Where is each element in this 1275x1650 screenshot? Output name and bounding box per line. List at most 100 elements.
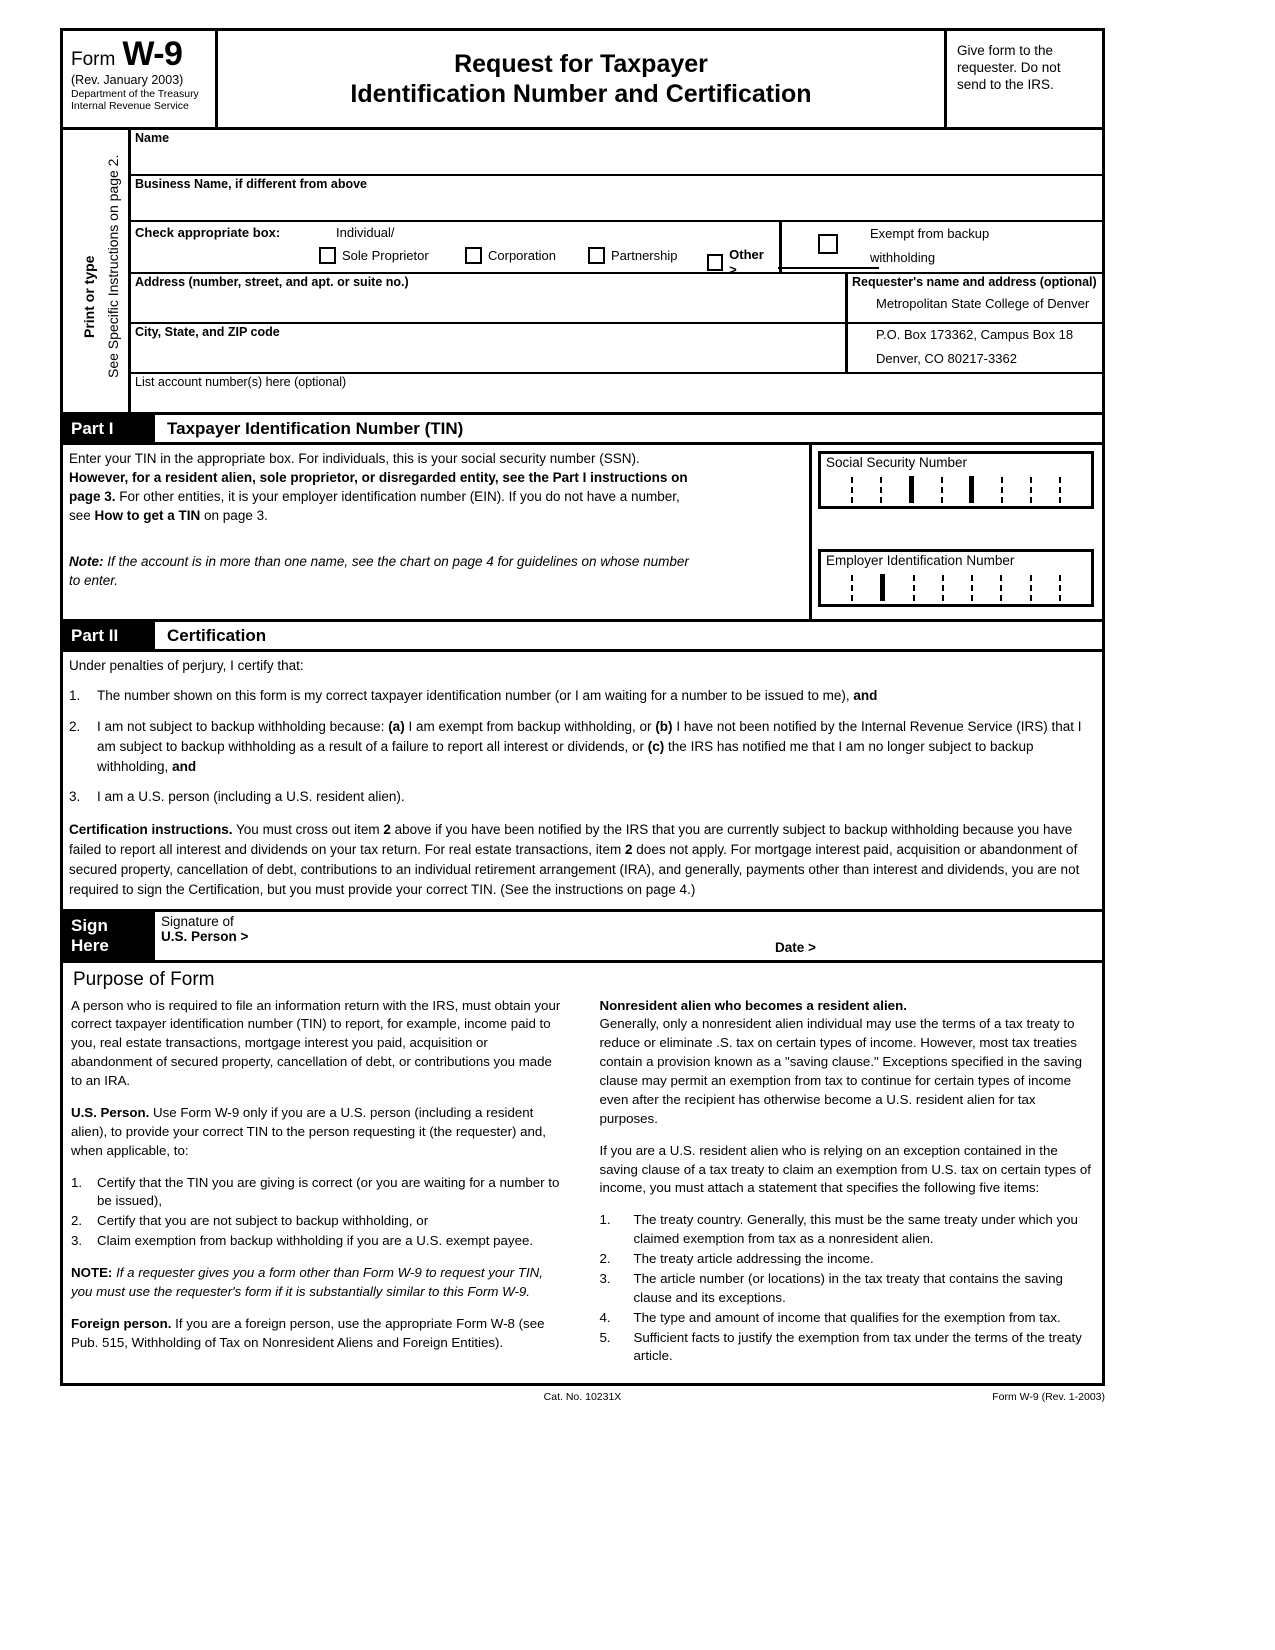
- checkbox-partnership[interactable]: Partnership: [588, 247, 677, 264]
- tin-entry-boxes: Social Security Number Employer Identifi…: [809, 445, 1102, 619]
- checkbox-square-icon[interactable]: [707, 253, 724, 271]
- date-field[interactable]: Date >: [775, 940, 816, 955]
- ssn-box[interactable]: Social Security Number: [818, 451, 1094, 509]
- ssn-digit-cell[interactable]: [1061, 471, 1088, 504]
- list-item: 4. The type and amount of income that qu…: [600, 1309, 1095, 1328]
- purpose-left-column: A person who is required to file an info…: [71, 997, 566, 1380]
- page-title-line2: Identification Number and Certification: [350, 80, 812, 108]
- tin-note-label: Note:: [69, 553, 104, 569]
- ssn-digit-cell[interactable]: [853, 471, 880, 504]
- ein-digit-cell[interactable]: [824, 569, 851, 602]
- exempt-label-line2: withholding: [870, 250, 936, 265]
- ein-digit-cell[interactable]: [885, 569, 912, 602]
- partnership-label: Partnership: [611, 248, 678, 263]
- certification-intro: Under penalties of perjury, I certify th…: [69, 658, 304, 673]
- ssn-digit-cell[interactable]: [1003, 471, 1030, 504]
- check-appropriate-box-label: Check appropriate box:: [135, 225, 281, 240]
- list-item-text: The treaty article addressing the income…: [633, 1251, 874, 1266]
- ssn-digit-cell[interactable]: [824, 471, 851, 504]
- ssn-digit-cell[interactable]: [882, 471, 909, 504]
- purpose-heading: Purpose of Form: [73, 968, 215, 990]
- requester-line2: P.O. Box 173362, Campus Box 18: [876, 327, 1074, 342]
- ein-digit-cell[interactable]: [1061, 569, 1088, 602]
- purpose-right-column: Nonresident alien who becomes a resident…: [600, 997, 1095, 1380]
- ssn-digit-cell[interactable]: [974, 471, 1001, 504]
- checkbox-square-icon[interactable]: [465, 247, 482, 264]
- ein-digit-cell[interactable]: [915, 569, 942, 602]
- item-number: 1.: [69, 688, 81, 704]
- ein-digit-cell[interactable]: [1002, 569, 1029, 602]
- list-item: 1. Certify that the TIN you are giving i…: [71, 1174, 566, 1212]
- list-item: 2. The treaty article addressing the inc…: [600, 1250, 1095, 1269]
- page-title-line1: Request for Taxpayer: [454, 49, 708, 78]
- part1-title: Taxpayer Identification Number (TIN): [167, 418, 464, 438]
- corporation-label: Corporation: [488, 248, 556, 263]
- list-item-text: The type and amount of income that quali…: [633, 1309, 1061, 1325]
- checkbox-square-icon[interactable]: [319, 247, 336, 264]
- part2-header-bar: Part II Certification: [63, 622, 1102, 652]
- account-numbers-row[interactable]: List account number(s) here (optional): [131, 374, 1102, 412]
- give-form-line3: send to the IRS.: [957, 76, 1054, 92]
- form-title-block: Request for Taxpayer Identification Numb…: [218, 31, 947, 127]
- list-item-text: The article number (or locations) in the…: [633, 1270, 1063, 1305]
- purpose-note: NOTE: If a requester gives you a form ot…: [71, 1264, 566, 1302]
- ssn-digit-cell[interactable]: [1032, 471, 1059, 504]
- list-item-number: 2.: [599, 1251, 611, 1266]
- list-item: 3. The article number (or locations) in …: [600, 1270, 1095, 1308]
- checkbox-corporation[interactable]: Corporation: [465, 247, 556, 264]
- us-person-heading: U.S. Person.: [71, 1104, 150, 1120]
- tin-note-text: If the account is in more than one name,…: [103, 553, 689, 569]
- ein-digit-cell[interactable]: [1032, 569, 1059, 602]
- ein-digit-cell[interactable]: [944, 569, 971, 602]
- signature-us-person-label: U.S. Person >: [161, 928, 249, 944]
- sole-proprietor-label: Sole Proprietor: [342, 248, 429, 263]
- ein-digit-cell[interactable]: [973, 569, 1000, 602]
- nonresident-alien-text: Generally, only a nonresident alien indi…: [599, 1016, 1083, 1126]
- catalog-number: Cat. No. 10231X: [543, 1391, 622, 1404]
- nonresident-alien-paragraph: Nonresident alien who becomes a resident…: [600, 997, 1095, 1129]
- requester-address-continued: P.O. Box 173362, Campus Box 18 Denver, C…: [848, 324, 1102, 372]
- signature-area[interactable]: Signature of U.S. Person > Date >: [155, 912, 1102, 960]
- ssn-digit-cell[interactable]: [943, 471, 970, 504]
- sign-label-line1: Sign: [71, 916, 108, 936]
- city-state-zip-field[interactable]: City, State, and ZIP code: [131, 324, 848, 372]
- sign-here-tag: Sign Here: [63, 911, 155, 960]
- give-form-line1: Give form to the: [957, 43, 1054, 58]
- requester-label: Requester's name and address (optional): [852, 275, 1097, 289]
- part2-body: Under penalties of perjury, I certify th…: [63, 652, 1102, 912]
- checkbox-exempt[interactable]: [818, 234, 838, 254]
- ssn-label: Social Security Number: [826, 455, 968, 470]
- address-row: Address (number, street, and apt. or sui…: [131, 274, 1102, 324]
- certification-item: 3. I am a U.S. person (including a U.S. …: [69, 787, 1094, 807]
- list-item-number: 2.: [71, 1213, 83, 1229]
- ssn-digit-grid[interactable]: [821, 471, 1091, 506]
- give-form-line2: requester. Do not: [957, 59, 1061, 75]
- ssn-digit-cell[interactable]: [914, 471, 941, 504]
- list-item: 3. Claim exemption from backup withholdi…: [71, 1232, 566, 1251]
- note-text: If a requester gives you a form other th…: [71, 1265, 543, 1299]
- form-header: Form W-9 (Rev. January 2003) Department …: [63, 31, 1102, 130]
- part1-body: Enter your TIN in the appropriate box. F…: [63, 445, 1102, 622]
- name-field-row[interactable]: Name: [131, 130, 1102, 176]
- business-name-field-row[interactable]: Business Name, if different from above: [131, 176, 1102, 222]
- list-item: 2. Certify that you are not subject to b…: [71, 1212, 566, 1231]
- foreign-person-heading: Foreign person.: [71, 1315, 172, 1331]
- address-label: Address (number, street, and apt. or sui…: [135, 275, 409, 289]
- checkbox-square-icon[interactable]: [818, 234, 838, 254]
- checkbox-square-icon[interactable]: [588, 247, 605, 264]
- checkbox-sole-proprietor[interactable]: Sole Proprietor: [319, 247, 429, 264]
- entity-checkbox-group: Check appropriate box: Individual/ Sole …: [131, 222, 879, 277]
- sign-label-line2: Here: [71, 935, 109, 955]
- city-row: City, State, and ZIP code P.O. Box 17336…: [131, 324, 1102, 374]
- list-item: 5. Sufficient facts to justify the exemp…: [600, 1329, 1095, 1367]
- exempt-backup-withholding-group: Exempt from backup withholding: [782, 222, 1102, 272]
- business-name-label: Business Name, if different from above: [135, 177, 368, 191]
- w9-form-page: Form W-9 (Rev. January 2003) Department …: [0, 0, 1275, 1650]
- ein-digit-cell[interactable]: [853, 569, 880, 602]
- tin-instructions: Enter your TIN in the appropriate box. F…: [63, 445, 809, 619]
- ein-box[interactable]: Employer Identification Number: [818, 549, 1094, 607]
- list-item-text: Certify that you are not subject to back…: [97, 1213, 429, 1229]
- address-field[interactable]: Address (number, street, and apt. or sui…: [131, 274, 848, 322]
- print-or-type-label: Print or type: [81, 255, 97, 338]
- ein-digit-grid[interactable]: [821, 569, 1091, 604]
